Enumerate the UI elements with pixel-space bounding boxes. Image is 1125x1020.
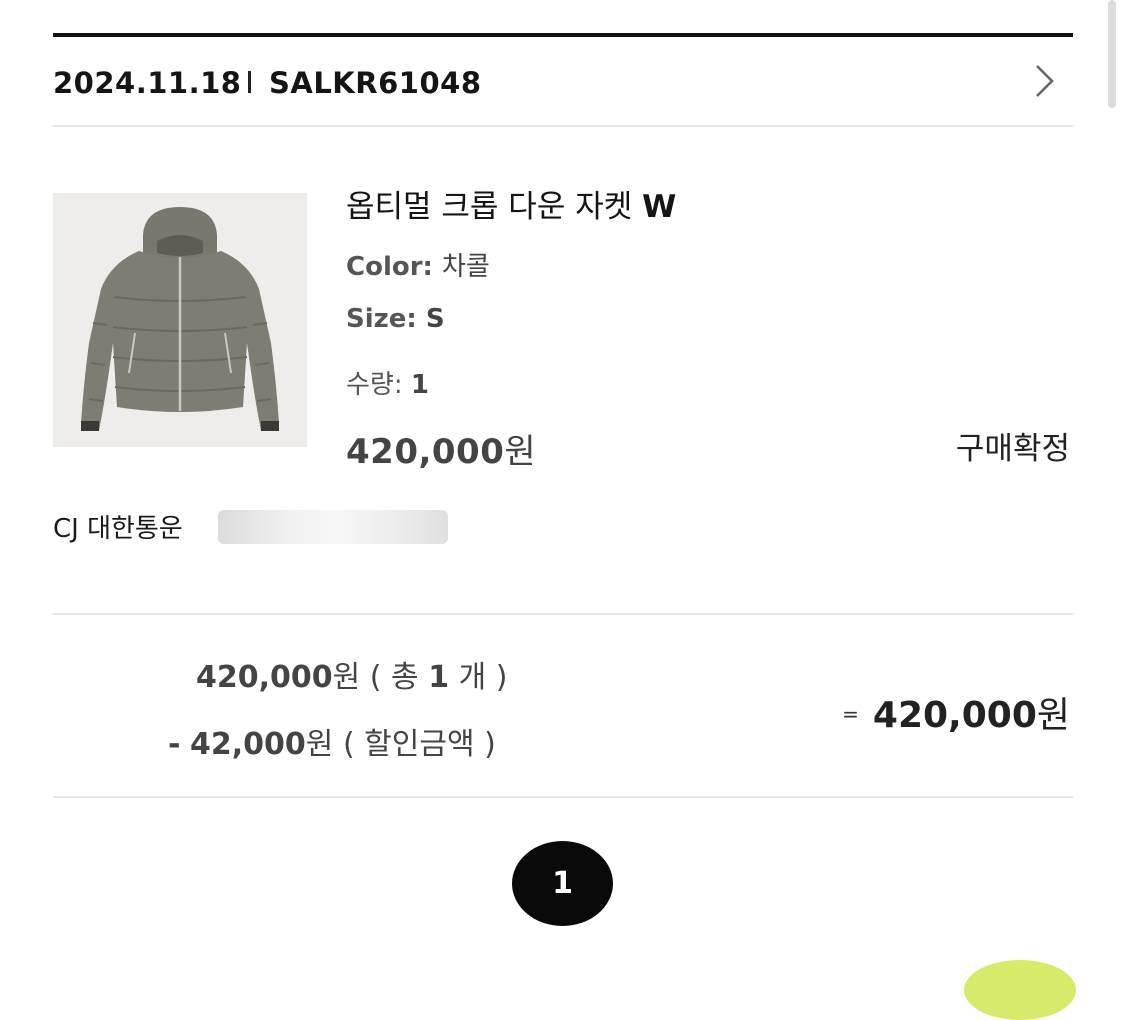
size-value: S (425, 304, 445, 334)
total-line: = 420,000원 (842, 686, 1070, 738)
scrollbar[interactable] (1108, 0, 1116, 108)
discount-note: ( 할인금액 ) (342, 727, 496, 762)
subtotal-amount: 420,000 (196, 660, 333, 695)
divider (53, 125, 1073, 127)
order-date: 2024.11.18 (53, 66, 242, 100)
header-separator (248, 71, 251, 93)
product-color: Color: 차콜 (346, 246, 490, 283)
tracking-number-redacted (218, 510, 448, 544)
product-name-suffix: W (642, 189, 677, 225)
subtotal-note-open: ( 총 (369, 660, 419, 695)
discount-line: - 42,000원 ( 할인금액 ) (168, 719, 496, 763)
color-label: Color: (346, 252, 433, 282)
product-image[interactable] (53, 193, 307, 447)
discount-amount: 42,000 (190, 727, 306, 762)
total-equals: = (842, 702, 859, 726)
order-number: SALKR61048 (269, 66, 482, 100)
floating-action-button[interactable] (964, 960, 1076, 1020)
total-amount: 420,000 (872, 695, 1037, 736)
divider (53, 613, 1073, 615)
discount-unit: 원 (305, 727, 334, 762)
price-amount: 420,000 (346, 432, 505, 472)
price-unit: 원 (504, 432, 537, 472)
subtotal-count: 1 (428, 660, 450, 695)
product-price: 420,000원 (346, 424, 536, 473)
subtotal-unit: 원 (332, 660, 361, 695)
order-status: 구매확정 (955, 431, 1070, 467)
total-unit: 원 (1036, 695, 1070, 736)
product-name-text: 옵티멀 크롭 다운 자켓 (346, 189, 633, 225)
discount-sign: - (168, 727, 181, 762)
product-quantity: 수량: 1 (346, 364, 429, 401)
page-button-current[interactable]: 1 (512, 841, 613, 926)
divider (53, 796, 1073, 798)
order-header[interactable]: 2024.11.18 SALKR61048 (53, 37, 1073, 125)
shipping-carrier: CJ 대한통운 (53, 514, 183, 544)
qty-label: 수량: (346, 370, 403, 400)
chevron-right-icon[interactable] (1025, 63, 1061, 99)
subtotal-note-close: 개 ) (458, 660, 508, 695)
product-name[interactable]: 옵티멀 크롭 다운 자켓 W (346, 181, 676, 226)
color-value: 차콜 (442, 252, 490, 282)
product-size: Size: S (346, 304, 445, 334)
qty-value: 1 (410, 370, 429, 400)
subtotal-line: 420,000원 ( 총 1 개 ) (196, 652, 507, 696)
jacket-image (81, 207, 279, 431)
size-label: Size: (346, 304, 417, 334)
